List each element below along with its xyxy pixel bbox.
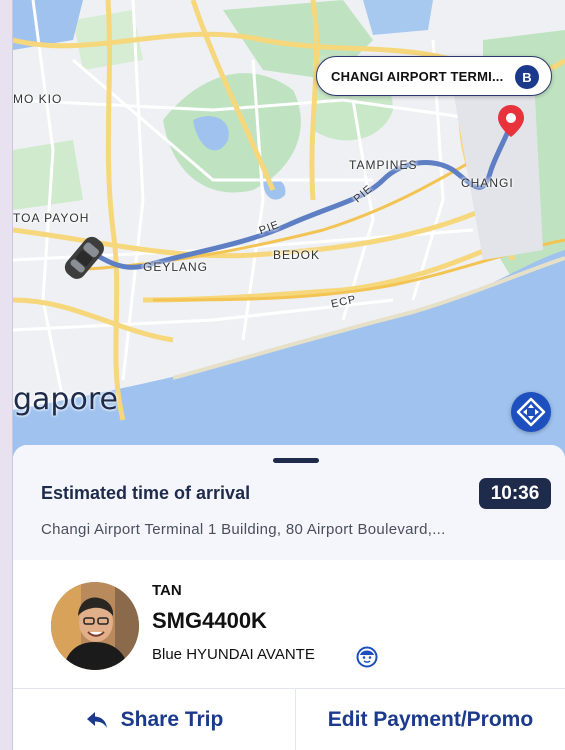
license-plate: SMG4400K [152, 608, 267, 633]
eta-time-badge: 10:36 [479, 478, 551, 509]
recenter-icon [516, 397, 546, 427]
sheet-drag-handle[interactable] [273, 458, 319, 463]
destination-pin-icon [498, 105, 524, 137]
map-label-tampines: TAMPINES [349, 158, 418, 172]
map-label-geylang: GEYLANG [143, 260, 209, 274]
eta-title: Estimated time of arrival [41, 483, 251, 503]
share-trip-label: Share Trip [120, 708, 224, 731]
destination-badge: B [515, 65, 539, 89]
destination-address: Changi Airport Terminal 1 Building, 80 A… [41, 521, 446, 538]
driver-face-icon [356, 646, 378, 668]
driver-name: TAN [152, 582, 182, 599]
share-arrow-icon [86, 712, 107, 728]
destination-pill[interactable]: CHANGI AIRPORT TERMI... B [316, 56, 552, 96]
trip-bottom-sheet: Estimated time of arrival 10:36 Changi A… [13, 445, 565, 750]
map-view[interactable]: MO KIO TOA PAYOH GEYLANG BEDOK TAMPINES … [13, 0, 565, 465]
recenter-button[interactable] [511, 392, 551, 432]
share-trip-button[interactable]: Share Trip [13, 689, 296, 750]
car-icon [64, 236, 104, 279]
map-label-changi: CHANGI [461, 176, 514, 190]
vehicle-description: Blue HYUNDAI AVANTE [152, 646, 315, 663]
map-label-city: gapore [13, 382, 118, 417]
edit-payment-button[interactable]: Edit Payment/Promo [296, 689, 565, 750]
eta-section: Estimated time of arrival 10:36 Changi A… [13, 445, 565, 560]
trip-actions: Share Trip Edit Payment/Promo [13, 688, 565, 750]
driver-avatar [51, 582, 139, 670]
map-label-toa-payoh: TOA PAYOH [13, 211, 90, 225]
left-edge-panel [0, 0, 13, 750]
driver-card: TAN SMG4400K Blue HYUNDAI AVANTE [13, 560, 565, 688]
edit-payment-label: Edit Payment/Promo [327, 708, 534, 731]
map-label-ang-mo-kio: MO KIO [13, 92, 63, 106]
destination-label: CHANGI AIRPORT TERMI... [331, 68, 504, 84]
map-label-bedok: BEDOK [273, 248, 321, 262]
